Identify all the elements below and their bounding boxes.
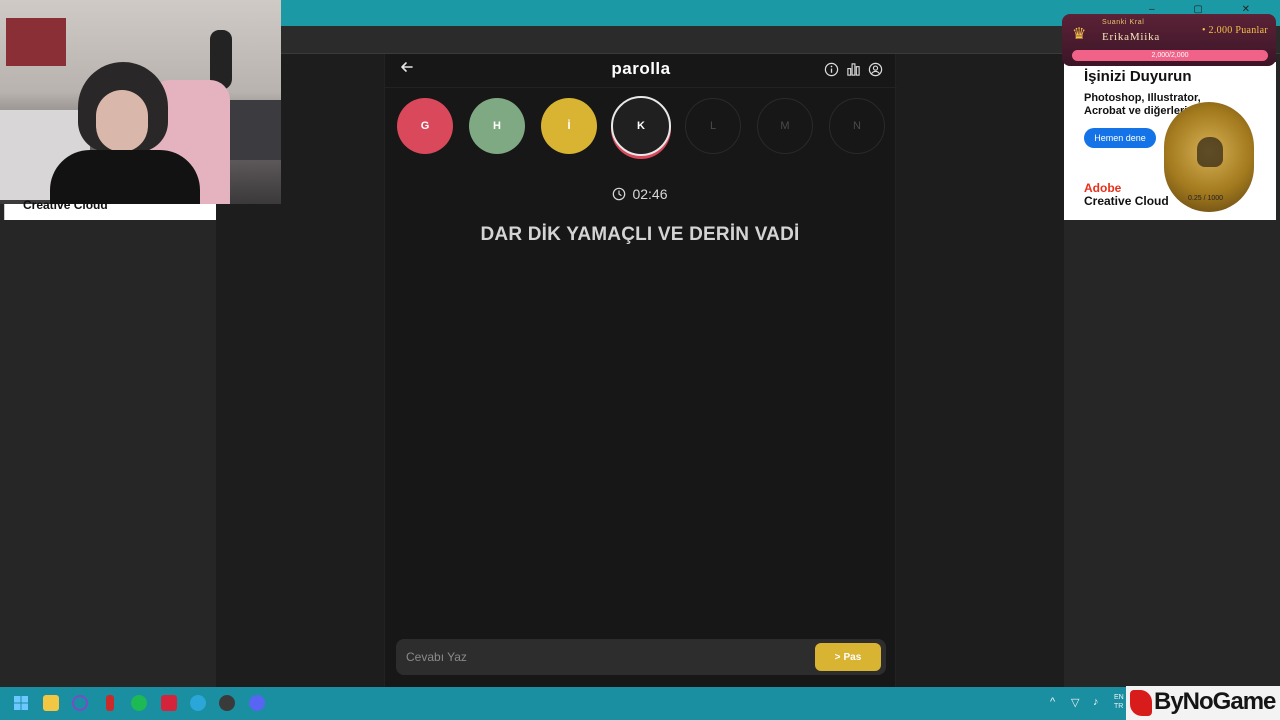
chevron-up-icon[interactable]: ^	[1050, 696, 1055, 708]
answer-bar: > Pas	[396, 639, 886, 675]
app-circle-icon[interactable]	[72, 695, 88, 711]
game-panel: parolla G H İ K L M N 02:46 DAR DİK YAMA…	[384, 54, 897, 687]
letter-label: L	[709, 120, 717, 132]
letter-circle-m: M	[757, 98, 813, 154]
left-ad-text: Creative Cloud	[23, 198, 108, 212]
letter-track: G H İ K L M N	[397, 96, 887, 160]
ad-headline: İşinizi Duyurun	[1084, 68, 1192, 85]
bynogame-logo-icon	[1130, 690, 1152, 716]
letter-label: H	[493, 120, 501, 132]
letter-label: G	[420, 120, 430, 132]
bynogame-watermark: ByNoGame	[1126, 686, 1280, 720]
microphone-icon[interactable]: ♪	[1093, 696, 1099, 708]
info-icon[interactable]	[824, 62, 839, 77]
letter-circle-h: H	[469, 98, 525, 154]
pass-button-label: Pas	[843, 651, 862, 663]
spotify-icon[interactable]	[131, 695, 147, 711]
letter-circle-l: L	[685, 98, 741, 154]
obs-icon[interactable]	[219, 695, 235, 711]
right-margin	[896, 54, 1064, 687]
wall-poster	[6, 18, 66, 66]
stats-icon[interactable]	[846, 62, 861, 77]
right-ad[interactable]: İşinizi Duyurun Photoshop, Illustrator, …	[1064, 62, 1276, 220]
file-explorer-icon[interactable]	[43, 695, 59, 711]
skull-icon	[1197, 137, 1223, 167]
lang-line1: EN	[1114, 694, 1124, 701]
letter-label: İ	[567, 120, 571, 132]
king-name: ErikaMiika	[1102, 31, 1161, 43]
wifi-icon[interactable]: ▽	[1071, 696, 1079, 709]
king-label: Suanki Kral	[1102, 19, 1145, 26]
webcam-overlay	[0, 0, 281, 204]
discord-icon[interactable]	[249, 695, 265, 711]
ad-counter: 0.25 / 1000	[1188, 195, 1224, 202]
app-title: parolla	[611, 59, 671, 78]
lang-line2: TR	[1114, 703, 1124, 710]
game-top-bar: parolla	[385, 54, 897, 88]
streamer-face	[96, 90, 148, 152]
answer-input[interactable]	[406, 647, 806, 667]
bynogame-brand: ByNoGame	[1154, 688, 1276, 715]
app-red-icon[interactable]	[106, 695, 114, 711]
pass-button[interactable]: > Pas	[815, 643, 881, 671]
letter-circle-g: G	[397, 98, 453, 154]
top-icons	[824, 62, 883, 77]
media-app-icon[interactable]	[161, 695, 177, 711]
chevron-right-icon: >	[834, 651, 841, 663]
letter-label: K	[637, 120, 645, 132]
ad-brand: Adobe Creative Cloud	[1084, 182, 1169, 208]
left-ad[interactable]: Creative Cloud	[4, 198, 216, 220]
crown-icon: ♛	[1072, 26, 1087, 43]
king-points: • 2.000 Puanlar	[1201, 25, 1268, 36]
language-indicator[interactable]: EN TR	[1114, 693, 1124, 711]
clock-icon	[613, 187, 626, 201]
letter-circle-n: N	[829, 98, 885, 154]
letter-label: N	[853, 120, 861, 132]
king-progress-bar: 2,000/2,000	[1072, 50, 1268, 61]
current-king-overlay: ♛ Suanki Kral ErikaMiika • 2.000 Puanlar…	[1062, 14, 1276, 66]
letter-circle-k-active: K	[611, 96, 671, 156]
screen: – ▢ ✕ parolla G H İ K L M N 02:46 DAR Dİ…	[0, 0, 1280, 720]
clue-text: DAR DİK YAMAÇLI VE DERİN VADİ	[480, 224, 800, 245]
timer-value: 02:46	[632, 186, 668, 202]
letter-circle-i: İ	[541, 98, 597, 154]
ad-brand-line2: Creative Cloud	[1084, 194, 1169, 208]
timer: 02:46	[385, 186, 895, 202]
windows-start-icon[interactable]	[13, 695, 29, 711]
taskbar: ^ ▽ ♪ EN TR	[0, 687, 1280, 720]
streamer-body	[50, 150, 200, 204]
ad-cta-button[interactable]: Hemen dene	[1084, 128, 1156, 148]
edge-browser-icon[interactable]	[190, 695, 206, 711]
letter-label: M	[780, 120, 790, 132]
king-progress-text: 2,000/2,000	[1151, 52, 1189, 59]
profile-icon[interactable]	[868, 62, 883, 77]
